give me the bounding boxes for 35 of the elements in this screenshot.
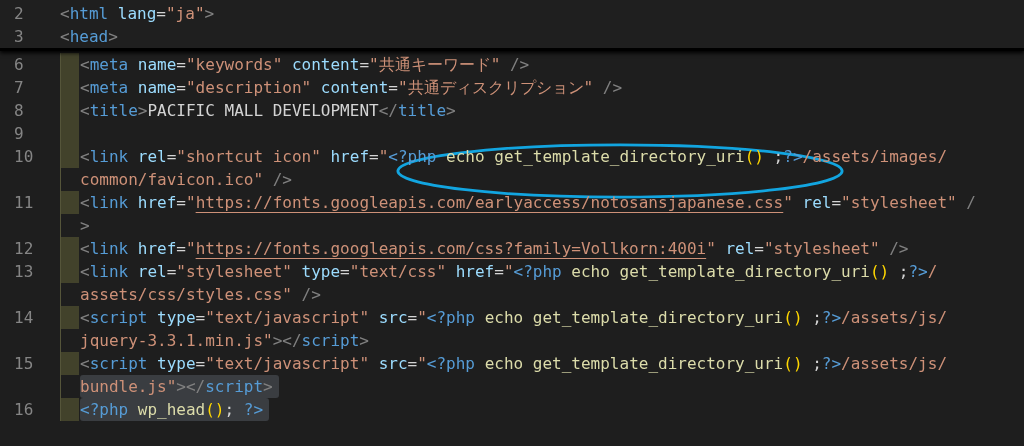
line-number: 3 <box>13 26 25 48</box>
code-line: common/favicon.ico" /> <box>80 169 292 191</box>
indent-marker <box>61 145 79 168</box>
line-number: 2 <box>13 3 25 25</box>
line-number: 14 <box>13 307 35 329</box>
code-line: assets/css/styles.css" /> <box>80 284 321 306</box>
code-line: <meta name="keywords" content="共通キーワード" /> <box>80 54 530 76</box>
code-line: <script type="text/javascript" src="<?php echo get_template_directory_uri() ;?>/assets/js/ <box>80 353 947 375</box>
code-line: <html lang="ja"> <box>60 3 215 25</box>
line-number: 7 <box>13 77 25 99</box>
code-line: <head> <box>60 26 118 48</box>
indent-marker <box>61 260 79 283</box>
indent-marker <box>61 352 79 375</box>
indent-marker <box>61 398 79 421</box>
line-number: 13 <box>13 261 35 283</box>
code-line: <script type="text/javascript" src="<?php echo get_template_directory_uri() ;?>/assets/js/ <box>80 307 947 329</box>
indent-marker <box>61 191 79 214</box>
line-number: 16 <box>13 399 35 421</box>
code-line: <link rel="stylesheet" type="text/css" href="<?php echo get_template_directory_uri() ;?>/ <box>80 261 938 283</box>
code-line: <link href="https://fonts.googleapis.com/earlyaccess/notosansjapanese.css" rel="stylesheet" / <box>80 192 976 214</box>
code-line: <link href="https://fonts.googleapis.com/css?family=Vollkorn:400i" rel="stylesheet" /> <box>80 238 909 260</box>
line-number: 11 <box>13 192 35 214</box>
indent-marker <box>61 53 79 76</box>
line-number: 8 <box>13 100 25 122</box>
line-number: 15 <box>13 353 35 375</box>
code-line: <title>PACIFIC MALL DEVELOPMENT</title> <box>80 100 456 122</box>
code-line: <meta name="description" content="共通ディスクリプション" /> <box>80 77 623 99</box>
code-line: > <box>80 215 90 237</box>
code-line: jquery-3.3.1.min.js"></script> <box>80 330 369 352</box>
indent-marker <box>61 237 79 260</box>
line-number: 9 <box>13 123 25 145</box>
indent-marker <box>61 306 79 329</box>
line-number: 6 <box>13 54 25 76</box>
line-number: 12 <box>13 238 35 260</box>
line-number: 10 <box>13 146 35 168</box>
